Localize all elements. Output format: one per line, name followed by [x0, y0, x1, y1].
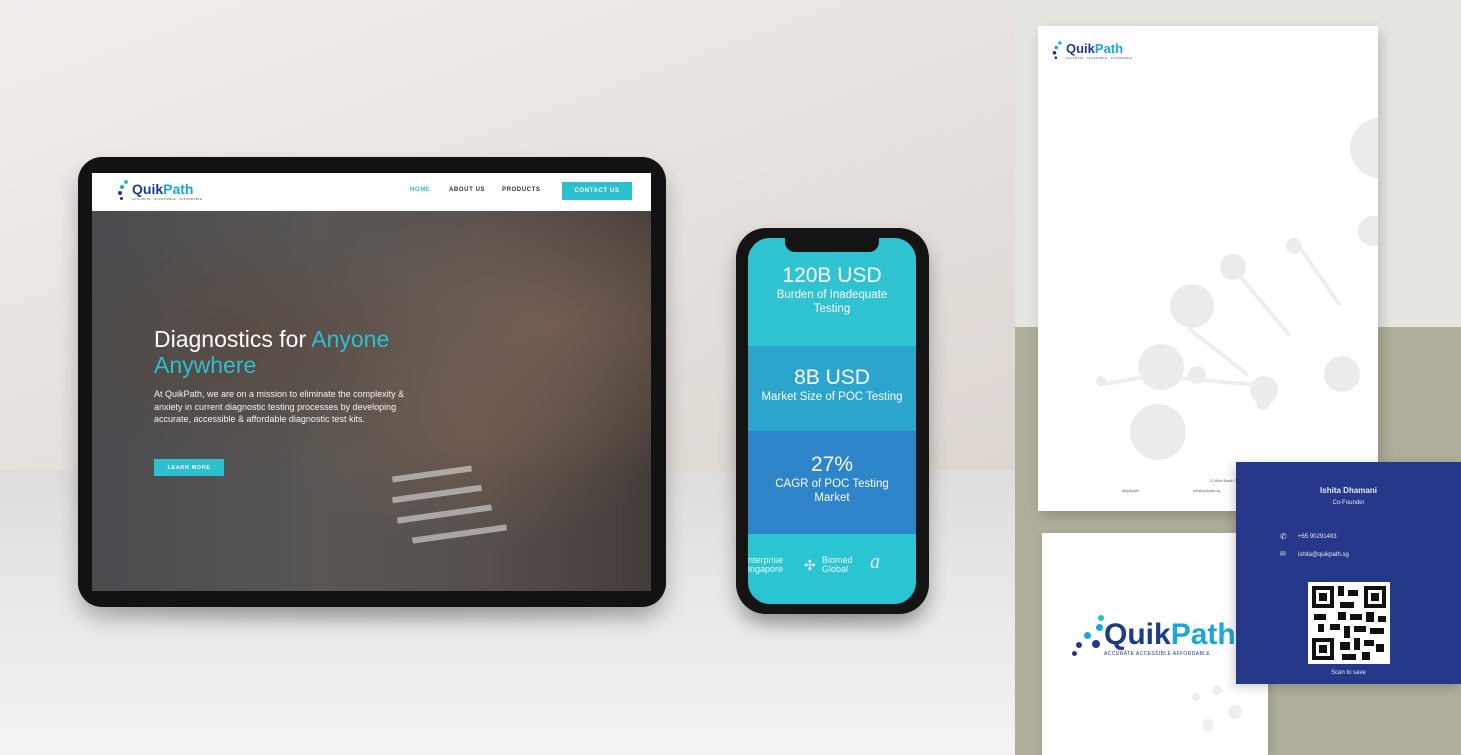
decor-circle — [1202, 719, 1214, 731]
tablet-device: QuikPath ACCURATE · ACCESSIBLE · AFFORDA… — [78, 157, 666, 607]
email-icon: ✉ — [1280, 551, 1286, 558]
hero-title: Diagnostics for Anyone Anywhere — [154, 326, 454, 378]
website-screen: QuikPath ACCURATE · ACCESSIBLE · AFFORDA… — [92, 173, 651, 591]
logo-dots-icon — [1072, 615, 1104, 661]
stat-cagr: 27% CAGR of POC Testing Market — [748, 453, 916, 505]
hero-title-text: Diagnostics for — [154, 326, 312, 352]
decor-circle — [1350, 118, 1378, 178]
decor-circle — [1256, 396, 1270, 410]
learn-more-button[interactable]: LEARN MORE — [154, 459, 224, 476]
qr-code[interactable] — [1308, 582, 1390, 664]
partner-biomed-global: Biomed Global — [822, 556, 853, 574]
decor-circle — [1130, 404, 1186, 460]
nav-about-us[interactable]: ABOUT US — [449, 187, 485, 193]
letterhead-paper: QuikPath ACCURATE · ACCESSIBLE · AFFORDA… — [1038, 26, 1378, 511]
logo-tagline: ACCURATE · ACCESSIBLE · AFFORDABLE — [132, 196, 203, 201]
decor-circle — [1324, 356, 1360, 392]
card-phone: +65 90291483 — [1298, 534, 1337, 540]
partner-a-logo: a — [870, 551, 880, 573]
decor-line — [1103, 375, 1144, 386]
decor-circle — [1358, 216, 1378, 246]
nav-products[interactable]: PRODUCTS — [502, 187, 540, 193]
letterhead-logo: QuikPath ACCURATE · ACCESSIBLE · AFFORDA… — [1052, 40, 1132, 62]
logo-word-part1: Quik — [1066, 41, 1095, 56]
biomed-star-icon: ✣ — [804, 557, 816, 573]
logo-tagline: ACCURATE · ACCESSIBLE · AFFORDABLE — [1066, 56, 1133, 60]
logo-word-part1: Quik — [1104, 618, 1171, 651]
site-logo[interactable]: QuikPath ACCURATE · ACCESSIBLE · AFFORDA… — [118, 180, 202, 202]
partner-text: Global — [822, 564, 849, 574]
phone-device: 120B USD Burden of Inadequate Testing 8B… — [736, 228, 929, 614]
decor-circle — [1170, 284, 1214, 328]
decor-line — [1298, 246, 1342, 307]
card-email: ishita@quikpath.sg — [1298, 552, 1349, 558]
logo-word-part2: Path — [163, 180, 194, 197]
decor-circle — [1228, 705, 1242, 719]
card-front-logo: QuikPath ACCURATE ACCESSIBLE AFFORDABLE — [1072, 615, 1236, 661]
phone-icon: ✆ — [1280, 532, 1287, 541]
logo-tagline: ACCURATE ACCESSIBLE AFFORDABLE — [1104, 651, 1211, 657]
stat-label: Burden of Inadequate Testing — [776, 289, 888, 315]
logo-word-part2: Path — [1094, 41, 1124, 56]
stat-value: 8B USD — [794, 366, 870, 389]
stat-value: 27% — [810, 453, 854, 476]
stat-value: 120B USD — [782, 264, 882, 287]
logo-dots-icon — [1052, 41, 1066, 61]
letterhead-social: @quikpath — [1122, 489, 1139, 493]
decor-circle — [1212, 685, 1222, 695]
contact-us-button[interactable]: CONTACT US — [562, 182, 632, 200]
phone-screen: 120B USD Burden of Inadequate Testing 8B… — [748, 238, 916, 604]
letterhead-email: info@quikpath.sg — [1193, 489, 1221, 493]
decor-circle — [1192, 693, 1200, 701]
logo-word-part1: Quik — [132, 180, 164, 197]
hero-description: At QuikPath, we are on a mission to elim… — [154, 389, 405, 424]
logo-word-part2: Path — [1170, 618, 1236, 651]
qr-caption: Scan to save — [1331, 670, 1366, 676]
card-name: Ishita Dhamani — [1320, 486, 1377, 495]
nav-home[interactable]: HOME — [410, 187, 430, 193]
website-navbar: QuikPath ACCURATE · ACCESSIBLE · AFFORDA… — [92, 173, 651, 211]
phone-notch — [785, 238, 879, 252]
hero-title-accent-anyone: Anyone — [311, 326, 390, 352]
stat-market-size: 8B USD Market Size of POC Testing — [748, 366, 916, 404]
decor-circle — [1138, 344, 1184, 390]
stat-label: Market Size of POC Testing — [761, 391, 903, 403]
stat-burden: 120B USD Burden of Inadequate Testing — [748, 264, 916, 316]
logo-dots-icon — [118, 180, 132, 202]
partner-text: ingapore — [748, 564, 784, 574]
decor-line — [1236, 272, 1291, 337]
hero-title-accent-anywhere: Anywhere — [154, 352, 257, 378]
stat-label: CAGR of POC Testing Market — [775, 478, 889, 504]
partner-enterprise-singapore: nterprise ingapore — [748, 556, 783, 574]
mockup-scene: QuikPath ACCURATE · ACCESSIBLE · AFFORDA… — [0, 0, 1461, 755]
card-title: Co-Founder — [1332, 500, 1365, 506]
business-card-front: QuikPath ACCURATE ACCESSIBLE AFFORDABLE — [1042, 533, 1268, 755]
